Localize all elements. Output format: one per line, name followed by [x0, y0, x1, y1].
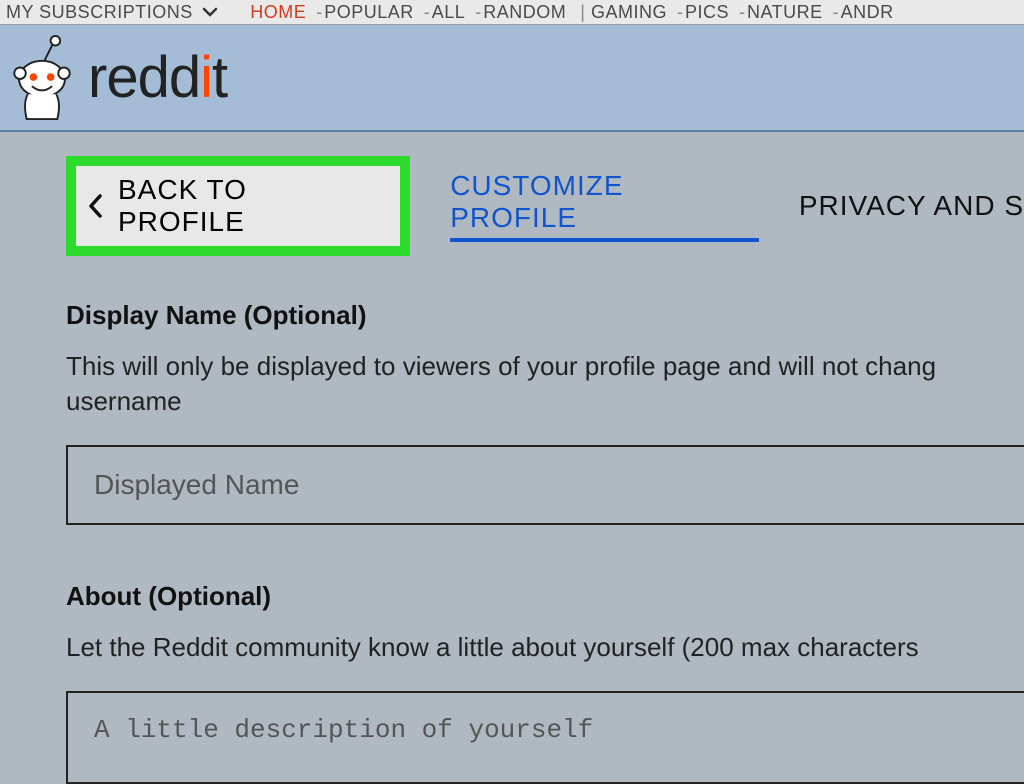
nav-all[interactable]: ALL	[432, 2, 466, 23]
nav-separator	[473, 2, 483, 23]
nav-android[interactable]: ANDR	[841, 2, 894, 23]
nav-my-subscriptions[interactable]: MY SUBSCRIPTIONS	[6, 2, 218, 23]
tab-privacy[interactable]: PRIVACY AND S	[799, 190, 1024, 222]
nav-separator	[314, 2, 324, 23]
about-textarea[interactable]	[94, 715, 1000, 755]
chevron-down-icon	[202, 2, 218, 23]
snoo-icon	[12, 35, 72, 121]
nav-separator	[675, 2, 685, 23]
reddit-wordmark: reddit	[88, 44, 227, 111]
top-nav-bar: MY SUBSCRIPTIONS HOME POPULAR ALL RANDOM…	[0, 0, 1024, 25]
about-label: About (Optional)	[66, 581, 1024, 612]
nav-pics[interactable]: PICS	[685, 2, 729, 23]
tab-row: BACK TO PROFILE CUSTOMIZE PROFILE PRIVAC…	[66, 156, 1024, 256]
nav-nature[interactable]: NATURE	[747, 2, 823, 23]
nav-my-subscriptions-label: MY SUBSCRIPTIONS	[6, 2, 193, 22]
nav-gaming[interactable]: GAMING	[591, 2, 667, 23]
about-desc: Let the Reddit community know a little a…	[66, 630, 1006, 665]
display-name-field-wrapper	[66, 445, 1024, 525]
nav-random[interactable]: RANDOM	[483, 2, 566, 23]
nav-separator	[422, 2, 432, 23]
nav-popular[interactable]: POPULAR	[324, 2, 414, 23]
header-band: reddit	[0, 25, 1024, 132]
nav-home[interactable]: HOME	[250, 2, 306, 23]
back-button-label: BACK TO PROFILE	[118, 174, 382, 238]
wordmark-post: t	[212, 45, 227, 110]
wordmark-pre: redd	[88, 45, 200, 110]
nav-separator	[737, 2, 747, 23]
nav-separator	[831, 2, 841, 23]
back-to-profile-button[interactable]: BACK TO PROFILE	[66, 156, 410, 256]
nav-divider	[574, 2, 591, 23]
display-name-input[interactable]	[94, 469, 1000, 501]
display-name-label: Display Name (Optional)	[66, 300, 1024, 331]
chevron-left-icon	[86, 193, 104, 219]
reddit-logo[interactable]: reddit	[12, 35, 227, 121]
about-field-wrapper	[66, 691, 1024, 784]
main-content: BACK TO PROFILE CUSTOMIZE PROFILE PRIVAC…	[0, 132, 1024, 784]
display-name-desc: This will only be displayed to viewers o…	[66, 349, 1006, 419]
tab-customize-profile[interactable]: CUSTOMIZE PROFILE	[450, 170, 759, 242]
wordmark-i: i	[200, 45, 212, 110]
